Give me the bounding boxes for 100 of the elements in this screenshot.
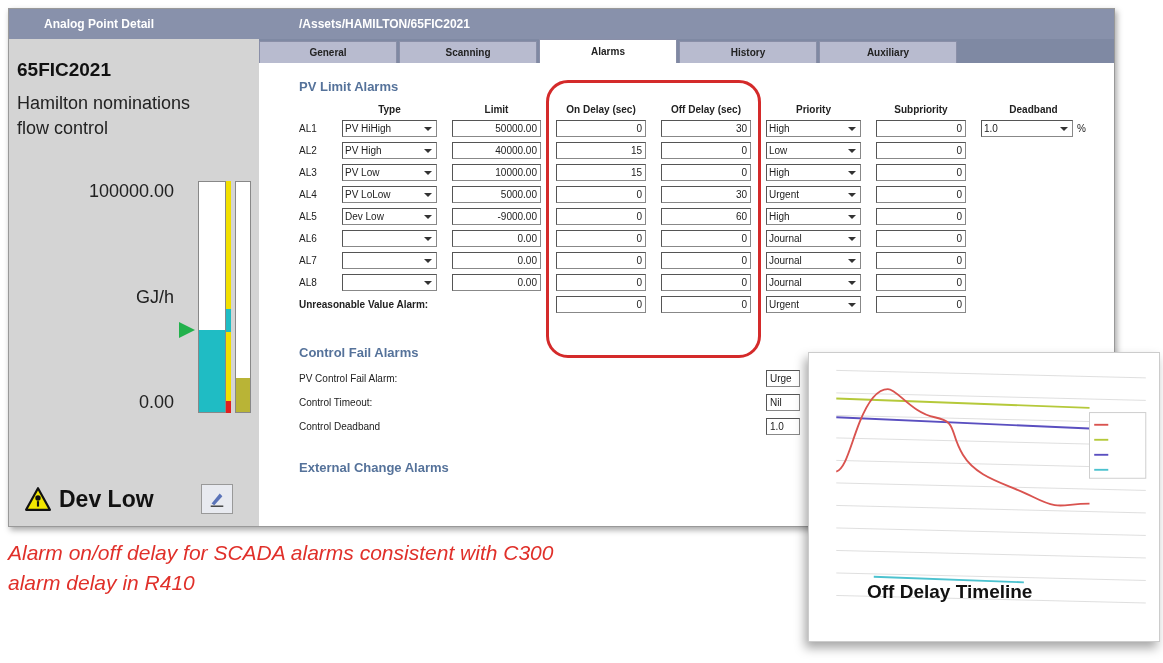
limit-field[interactable]: 0.00 xyxy=(452,252,541,269)
column-header: Off Delay (sec) xyxy=(670,104,742,115)
limit-field[interactable]: 0.00 xyxy=(452,230,541,247)
unit-label: GJ/h xyxy=(136,286,174,308)
tab[interactable]: Alarms xyxy=(539,39,677,63)
type-dropdown[interactable]: PV HiHigh xyxy=(342,120,437,137)
priority-dropdown[interactable]: Journal xyxy=(766,252,861,269)
alarm-label: AL5 xyxy=(299,211,318,222)
priority-dropdown[interactable]: High xyxy=(766,208,861,225)
chart-title: Off Delay Timeline xyxy=(867,581,1033,603)
limit-field[interactable]: -9000.00 xyxy=(452,208,541,225)
tab[interactable]: Auxiliary xyxy=(819,41,957,63)
off-delay-field[interactable]: 0 xyxy=(661,142,751,159)
alarm-status: Dev Low xyxy=(59,485,154,513)
on-delay-field[interactable]: 0 xyxy=(556,252,646,269)
tab[interactable]: Scanning xyxy=(399,41,537,63)
subpriority-field[interactable]: 0 xyxy=(876,186,966,203)
caret-icon xyxy=(848,258,856,263)
window-title: Analog Point Detail xyxy=(43,17,155,31)
limit-field[interactable]: 0.00 xyxy=(452,274,541,291)
type-dropdown[interactable] xyxy=(342,252,437,269)
off-delay-field[interactable]: 30 xyxy=(661,186,751,203)
alarm-label: AL3 xyxy=(299,167,318,178)
deadband-dropdown[interactable]: 1.0 xyxy=(981,120,1074,137)
on-delay-field[interactable]: 0 xyxy=(556,186,646,203)
subpriority-field[interactable]: 0 xyxy=(876,230,966,247)
type-dropdown[interactable]: PV LoLow xyxy=(342,186,437,203)
caret-icon xyxy=(424,126,432,131)
subpriority-field[interactable]: 0 xyxy=(876,120,966,137)
type-dropdown[interactable] xyxy=(342,230,437,247)
column-header: Type xyxy=(377,104,402,115)
caret-icon xyxy=(848,126,856,131)
caret-icon xyxy=(424,192,432,197)
column-header: On Delay (sec) xyxy=(565,104,637,115)
off-delay-field[interactable]: 30 xyxy=(661,120,751,137)
subpriority-field[interactable]: 0 xyxy=(876,164,966,181)
scale-min: 0.00 xyxy=(138,392,174,414)
priority-dropdown[interactable]: High xyxy=(766,120,861,137)
warning-icon xyxy=(25,487,51,511)
caret-icon xyxy=(848,302,856,307)
on-delay-field[interactable]: 0 xyxy=(556,230,646,247)
caret-icon xyxy=(848,192,856,197)
caret-icon xyxy=(424,280,432,285)
type-dropdown[interactable]: PV Low xyxy=(342,164,437,181)
input-field[interactable]: 1.0 xyxy=(766,417,800,435)
input-field[interactable]: Nil xyxy=(766,393,800,411)
limit-field[interactable]: 5000.00 xyxy=(452,186,541,203)
off-delay-field[interactable]: 60 xyxy=(661,208,751,225)
type-dropdown[interactable]: Dev Low xyxy=(342,208,437,225)
caret-icon xyxy=(848,236,856,241)
point-name: 65FIC2021 xyxy=(17,59,112,81)
priority-dropdown[interactable]: Urgent xyxy=(766,296,861,313)
on-delay-field[interactable]: 15 xyxy=(556,164,646,181)
column-header: Subpriority xyxy=(893,104,949,115)
alarm-label: AL8 xyxy=(299,277,318,288)
on-delay-field[interactable]: 0 xyxy=(556,296,646,313)
column-header: Limit xyxy=(483,104,510,115)
off-delay-field[interactable]: 0 xyxy=(661,164,751,181)
field-label: Control Timeout: xyxy=(299,396,374,408)
section-heading: Control Fail Alarms xyxy=(299,345,420,360)
field-label: PV Control Fail Alarm: xyxy=(299,372,399,384)
off-delay-field[interactable]: 0 xyxy=(661,296,751,313)
priority-dropdown[interactable]: Journal xyxy=(766,274,861,291)
point-path: /Assets/HAMILTON/65FIC2021 xyxy=(298,17,470,31)
priority-dropdown[interactable]: High xyxy=(766,164,861,181)
on-delay-field[interactable]: 0 xyxy=(556,208,646,225)
column-header: Priority xyxy=(795,104,832,115)
subpriority-field[interactable]: 0 xyxy=(876,142,966,159)
alarm-label: AL6 xyxy=(299,233,318,244)
tab[interactable]: History xyxy=(679,41,817,63)
tool-button[interactable] xyxy=(201,484,233,514)
tab[interactable]: General xyxy=(259,41,397,63)
scale-max: 100000.00 xyxy=(88,181,174,203)
type-dropdown[interactable]: PV High xyxy=(342,142,437,159)
type-dropdown[interactable] xyxy=(342,274,437,291)
on-delay-field[interactable]: 0 xyxy=(556,120,646,137)
caret-icon xyxy=(424,258,432,263)
caret-icon xyxy=(424,236,432,241)
input-field[interactable]: Urge xyxy=(766,369,800,387)
limit-field[interactable]: 50000.00 xyxy=(452,120,541,137)
subpriority-field[interactable]: 0 xyxy=(876,252,966,269)
off-delay-field[interactable]: 0 xyxy=(661,230,751,247)
alarm-label: AL7 xyxy=(299,255,318,266)
caret-icon xyxy=(1060,126,1069,131)
subpriority-field[interactable]: 0 xyxy=(876,274,966,291)
priority-dropdown[interactable]: Low xyxy=(766,142,861,159)
on-delay-field[interactable]: 0 xyxy=(556,274,646,291)
field-label: Control Deadband xyxy=(299,420,382,432)
limit-field[interactable]: 40000.00 xyxy=(452,142,541,159)
priority-dropdown[interactable]: Urgent xyxy=(766,186,861,203)
limit-field[interactable]: 10000.00 xyxy=(452,164,541,181)
priority-dropdown[interactable]: Journal xyxy=(766,230,861,247)
on-delay-field[interactable]: 15 xyxy=(556,142,646,159)
unit-label: % xyxy=(1077,123,1086,134)
point-description: Hamilton nominations flow control xyxy=(17,92,192,141)
off-delay-field[interactable]: 0 xyxy=(661,252,751,269)
section-heading: External Change Alarms xyxy=(299,460,450,475)
subpriority-field[interactable]: 0 xyxy=(876,296,966,313)
off-delay-field[interactable]: 0 xyxy=(661,274,751,291)
subpriority-field[interactable]: 0 xyxy=(876,208,966,225)
